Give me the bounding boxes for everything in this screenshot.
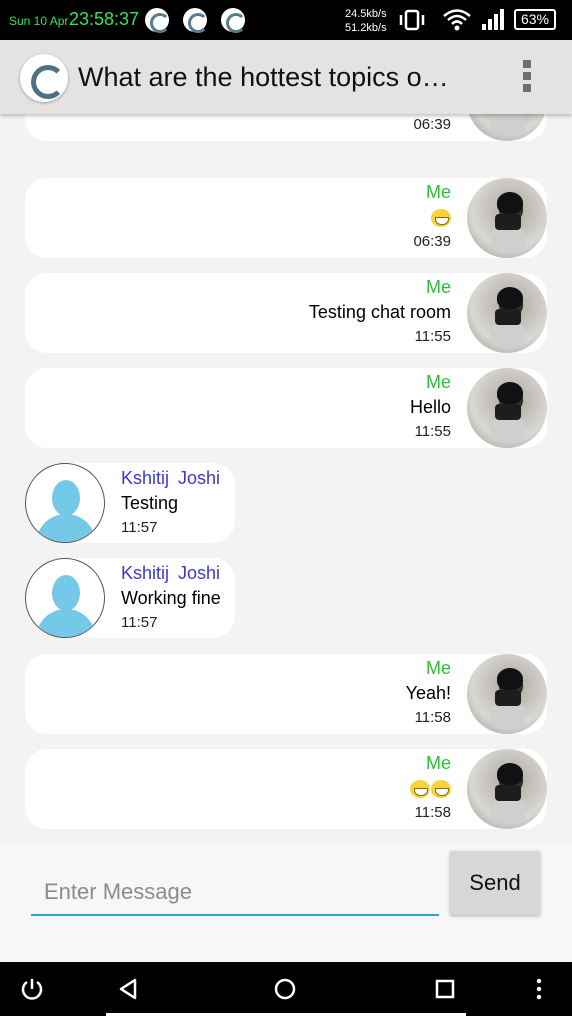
message-input[interactable] [31,870,439,916]
status-time: 23:58:37 [69,9,140,29]
avatar [25,463,105,543]
message-list[interactable]: 06:39 Me 06:39 Me Testing chat room 11:5… [0,114,572,844]
grin-emoji-icon [431,209,451,228]
overflow-menu-icon[interactable] [518,60,536,96]
sender-name: Kshitij Joshi [121,468,221,488]
message-time: 11:57 [121,614,158,631]
message-time: 11:58 [414,709,451,726]
send-button[interactable]: Send [450,851,540,915]
message-text [409,778,451,799]
message-time: 11:55 [414,423,451,440]
message-text: Testing [121,493,179,513]
sender-name: Me [425,182,451,202]
message-bubble: Me Hello 11:55 [25,368,547,448]
message-text [430,207,451,228]
message-text: Yeah! [405,683,451,703]
sender-name: Me [425,658,451,678]
message-time: 06:39 [413,116,451,133]
speed-down: 51.2kb/s [345,22,387,34]
avatar [25,558,105,638]
avatar [467,114,547,141]
speed-up: 24.5kb/s [345,8,387,20]
app-bar: What are the hottest topics o… [0,40,572,114]
navigation-bar [0,962,572,1016]
page-title: What are the hottest topics o… [78,62,449,92]
status-bar: Sun 10 Apr 23:58:37 24.5kb/s 51.2kb/s 63… [0,0,572,40]
message-bubble: Me 06:39 [25,178,547,258]
message-text: Testing chat room [308,302,451,322]
avatar [467,749,547,829]
signal-icon [482,9,504,30]
network-speed: 24.5kb/s 51.2kb/s [345,7,387,35]
app-notification-icon [183,8,208,33]
message-time: 11:57 [121,519,158,536]
recents-icon[interactable] [432,976,458,1002]
message-composer: Send [0,844,572,962]
sender-name: Me [425,277,451,297]
message-bubble: Me Yeah! 11:58 [25,654,547,734]
message-bubble: Me 11:58 [25,749,547,829]
power-icon[interactable] [19,976,45,1002]
message-bubble: Kshitij Joshi Working fine 11:57 [25,558,235,638]
avatar [467,273,547,353]
message-time: 06:39 [413,233,451,250]
message-bubble: Me Testing chat room 11:55 [25,273,547,353]
menu-icon[interactable] [526,976,552,1002]
app-notification-icon [221,8,246,33]
message-bubble: 06:39 [25,114,547,141]
message-time: 11:55 [414,328,451,345]
avatar [467,368,547,448]
sender-name: Kshitij Joshi [121,563,221,583]
sender-name: Me [425,372,451,392]
grin-emoji-icon [410,780,430,799]
battery-icon: 63% [514,9,556,30]
vibrate-icon [399,9,425,31]
grin-emoji-icon [431,780,451,799]
avatar [467,178,547,258]
wifi-icon [443,9,471,31]
message-text: Working fine [121,588,221,608]
home-icon[interactable] [272,976,298,1002]
sender-name: Me [425,753,451,773]
app-notification-icon [145,8,170,33]
message-time: 11:58 [414,804,451,821]
avatar [467,654,547,734]
message-text: Hello [409,397,451,417]
app-logo-icon[interactable] [20,54,68,102]
status-date: Sun 10 Apr [9,14,69,28]
back-icon[interactable] [115,976,141,1002]
message-bubble: Kshitij Joshi Testing 11:57 [25,463,235,543]
